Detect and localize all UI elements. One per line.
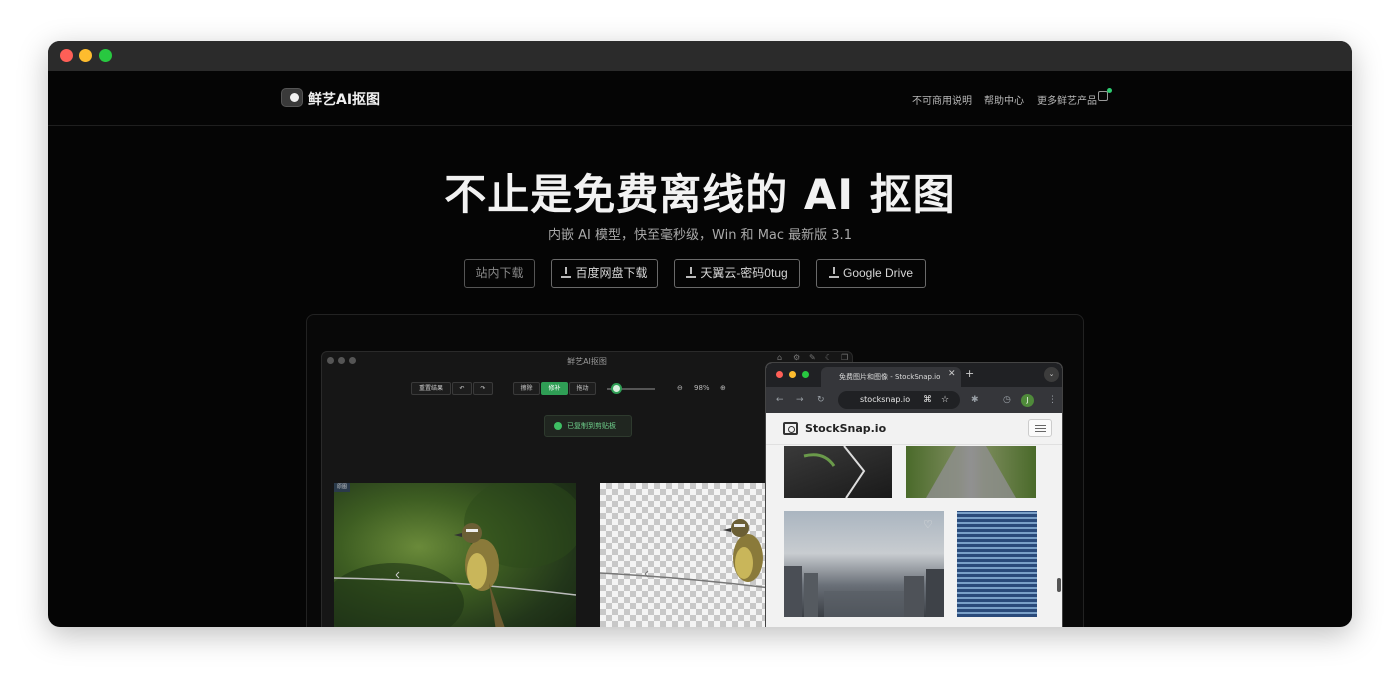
reset-result-button[interactable]: 重置结果 bbox=[411, 382, 451, 395]
thumbnail-gravel-road[interactable] bbox=[906, 446, 1036, 498]
copied-toast: 已复制到剪贴板 bbox=[544, 415, 632, 437]
browser-maximize-dot[interactable] bbox=[802, 371, 809, 378]
hamburger-menu-icon[interactable] bbox=[1028, 419, 1052, 437]
original-photo bbox=[334, 483, 576, 627]
copied-toast-text: 已复制到剪贴板 bbox=[567, 422, 616, 430]
tianyi-download-button[interactable]: 天翼云-密码0tug bbox=[674, 259, 800, 288]
baidu-download-label: 百度网盘下载 bbox=[575, 266, 648, 280]
cutout-result bbox=[600, 483, 770, 627]
google-drive-download-label: Google Drive bbox=[842, 266, 914, 280]
site-download-label: 站内下载 bbox=[475, 266, 524, 280]
city-image bbox=[784, 566, 944, 617]
browser-active-tab[interactable]: 免费图片和图像 - StockSnap.io bbox=[821, 367, 961, 387]
home-icon[interactable]: ⌂ bbox=[777, 353, 782, 362]
cutout-bird-image bbox=[600, 519, 770, 589]
settings-icon[interactable]: ⚙ bbox=[793, 353, 800, 362]
download-icon bbox=[561, 267, 572, 278]
minimize-window-button[interactable] bbox=[79, 49, 92, 62]
address-bar-url: stocksnap.io bbox=[860, 395, 911, 404]
new-tab-icon[interactable]: + bbox=[965, 367, 974, 380]
tab-search-icon[interactable]: ⌄ bbox=[1044, 367, 1059, 382]
forward-arrow-icon[interactable]: → bbox=[796, 395, 804, 405]
undo-icon[interactable]: ↶ bbox=[452, 382, 472, 395]
zoom-out-icon[interactable]: ⊖ bbox=[677, 384, 683, 392]
back-arrow-icon[interactable]: ← bbox=[776, 395, 784, 405]
google-drive-download-button[interactable]: Google Drive bbox=[816, 259, 926, 288]
stocksnap-header: StockSnap.io bbox=[766, 413, 1062, 445]
browser-tab-bar: 免费图片和图像 - StockSnap.io ✕ + ⌄ bbox=[766, 363, 1062, 387]
repair-tool-button[interactable]: 修补 bbox=[541, 382, 568, 395]
profile-avatar[interactable]: J bbox=[1021, 394, 1034, 407]
nav-link-more-products[interactable]: 更多鲜艺产品 bbox=[1037, 92, 1097, 107]
favorite-heart-icon[interactable]: ♡ bbox=[923, 518, 933, 531]
camera-icon[interactable] bbox=[783, 422, 798, 435]
thumbnail-blue-pattern[interactable] bbox=[957, 511, 1037, 617]
zoom-level: 98% bbox=[694, 384, 710, 392]
tab-title: 免费图片和图像 - StockSnap.io bbox=[839, 373, 941, 381]
thumbnail-dark-marble[interactable] bbox=[784, 446, 892, 498]
zoom-in-icon[interactable]: ⊕ bbox=[720, 384, 726, 392]
redo-icon[interactable]: ↷ bbox=[473, 382, 493, 395]
bookmark-star-icon[interactable]: ☆ bbox=[941, 395, 949, 405]
hero-subtitle: 内嵌 AI 模型，快至毫秒级，Win 和 Mac 最新版 3.1 bbox=[548, 228, 852, 243]
page-scrollbar[interactable] bbox=[1057, 578, 1061, 592]
check-circle-icon bbox=[554, 422, 562, 430]
bird-photo-image bbox=[334, 483, 576, 627]
browser-minimize-dot[interactable] bbox=[789, 371, 796, 378]
road-image bbox=[926, 446, 1016, 498]
translate-icon[interactable]: ⌘ bbox=[923, 395, 932, 405]
maximize-window-button[interactable] bbox=[99, 49, 112, 62]
baidu-download-button[interactable]: 百度网盘下载 bbox=[551, 259, 658, 288]
browser-toolbar: ← → ↻ stocksnap.io ⌘ ☆ ✱ ◷ J ⋮ bbox=[766, 387, 1062, 413]
site-navbar: 鲜艺AI抠图 不可商用说明 帮助中心 更多鲜艺产品 bbox=[48, 71, 1352, 126]
reload-icon[interactable]: ↻ bbox=[817, 395, 825, 405]
tab-close-icon[interactable]: ✕ bbox=[948, 369, 956, 379]
copy-icon[interactable]: ❐ bbox=[841, 353, 848, 362]
tool-icon[interactable]: ✎ bbox=[809, 353, 816, 362]
window-titlebar bbox=[48, 41, 1352, 71]
site-download-button[interactable]: 站内下载 bbox=[464, 259, 535, 288]
nav-link-commercial-notice[interactable]: 不可商用说明 bbox=[912, 92, 972, 107]
nav-link-help-center[interactable]: 帮助中心 bbox=[984, 92, 1024, 107]
thumbnail-city-skyline[interactable] bbox=[784, 511, 944, 617]
marble-image bbox=[803, 446, 866, 498]
drag-tool-button[interactable]: 拖动 bbox=[569, 382, 596, 395]
new-badge-dot bbox=[1107, 88, 1112, 93]
tianyi-download-label: 天翼云-密码0tug bbox=[700, 266, 788, 280]
extensions-icon[interactable]: ✱ bbox=[971, 395, 979, 405]
erase-tool-button[interactable]: 擦除 bbox=[513, 382, 540, 395]
stocksnap-site-name[interactable]: StockSnap.io bbox=[805, 422, 886, 435]
logo-text[interactable]: 鲜艺AI抠图 bbox=[308, 89, 380, 109]
download-icon bbox=[686, 267, 697, 278]
hero-title: 不止是免费离线的 AI 抠图 bbox=[444, 170, 956, 219]
original-tag: 原图 bbox=[334, 483, 351, 492]
logo-icon[interactable] bbox=[281, 88, 303, 107]
close-window-button[interactable] bbox=[60, 49, 73, 62]
history-icon[interactable]: ◷ bbox=[1003, 395, 1011, 405]
more-menu-icon[interactable]: ⋮ bbox=[1048, 395, 1057, 405]
download-icon bbox=[828, 267, 839, 278]
browser-close-dot[interactable] bbox=[776, 371, 783, 378]
moon-icon[interactable]: ☾ bbox=[825, 353, 832, 362]
brush-size-slider-knob[interactable] bbox=[611, 383, 622, 394]
overlay-browser-window: 免费图片和图像 - StockSnap.io ✕ + ⌄ ← → ↻ stock… bbox=[765, 362, 1063, 627]
demo-preview: 鲜艺AI抠图 重置结果 ↶ ↷ 擦除 修补 拖动 ⊖ 98% ⊕ 已复制到剪贴板 bbox=[306, 314, 1084, 627]
external-link-icon bbox=[1098, 91, 1108, 101]
browser-window: 鲜艺AI抠图 不可商用说明 帮助中心 更多鲜艺产品 不止是免费离线的 AI 抠图… bbox=[48, 41, 1352, 627]
